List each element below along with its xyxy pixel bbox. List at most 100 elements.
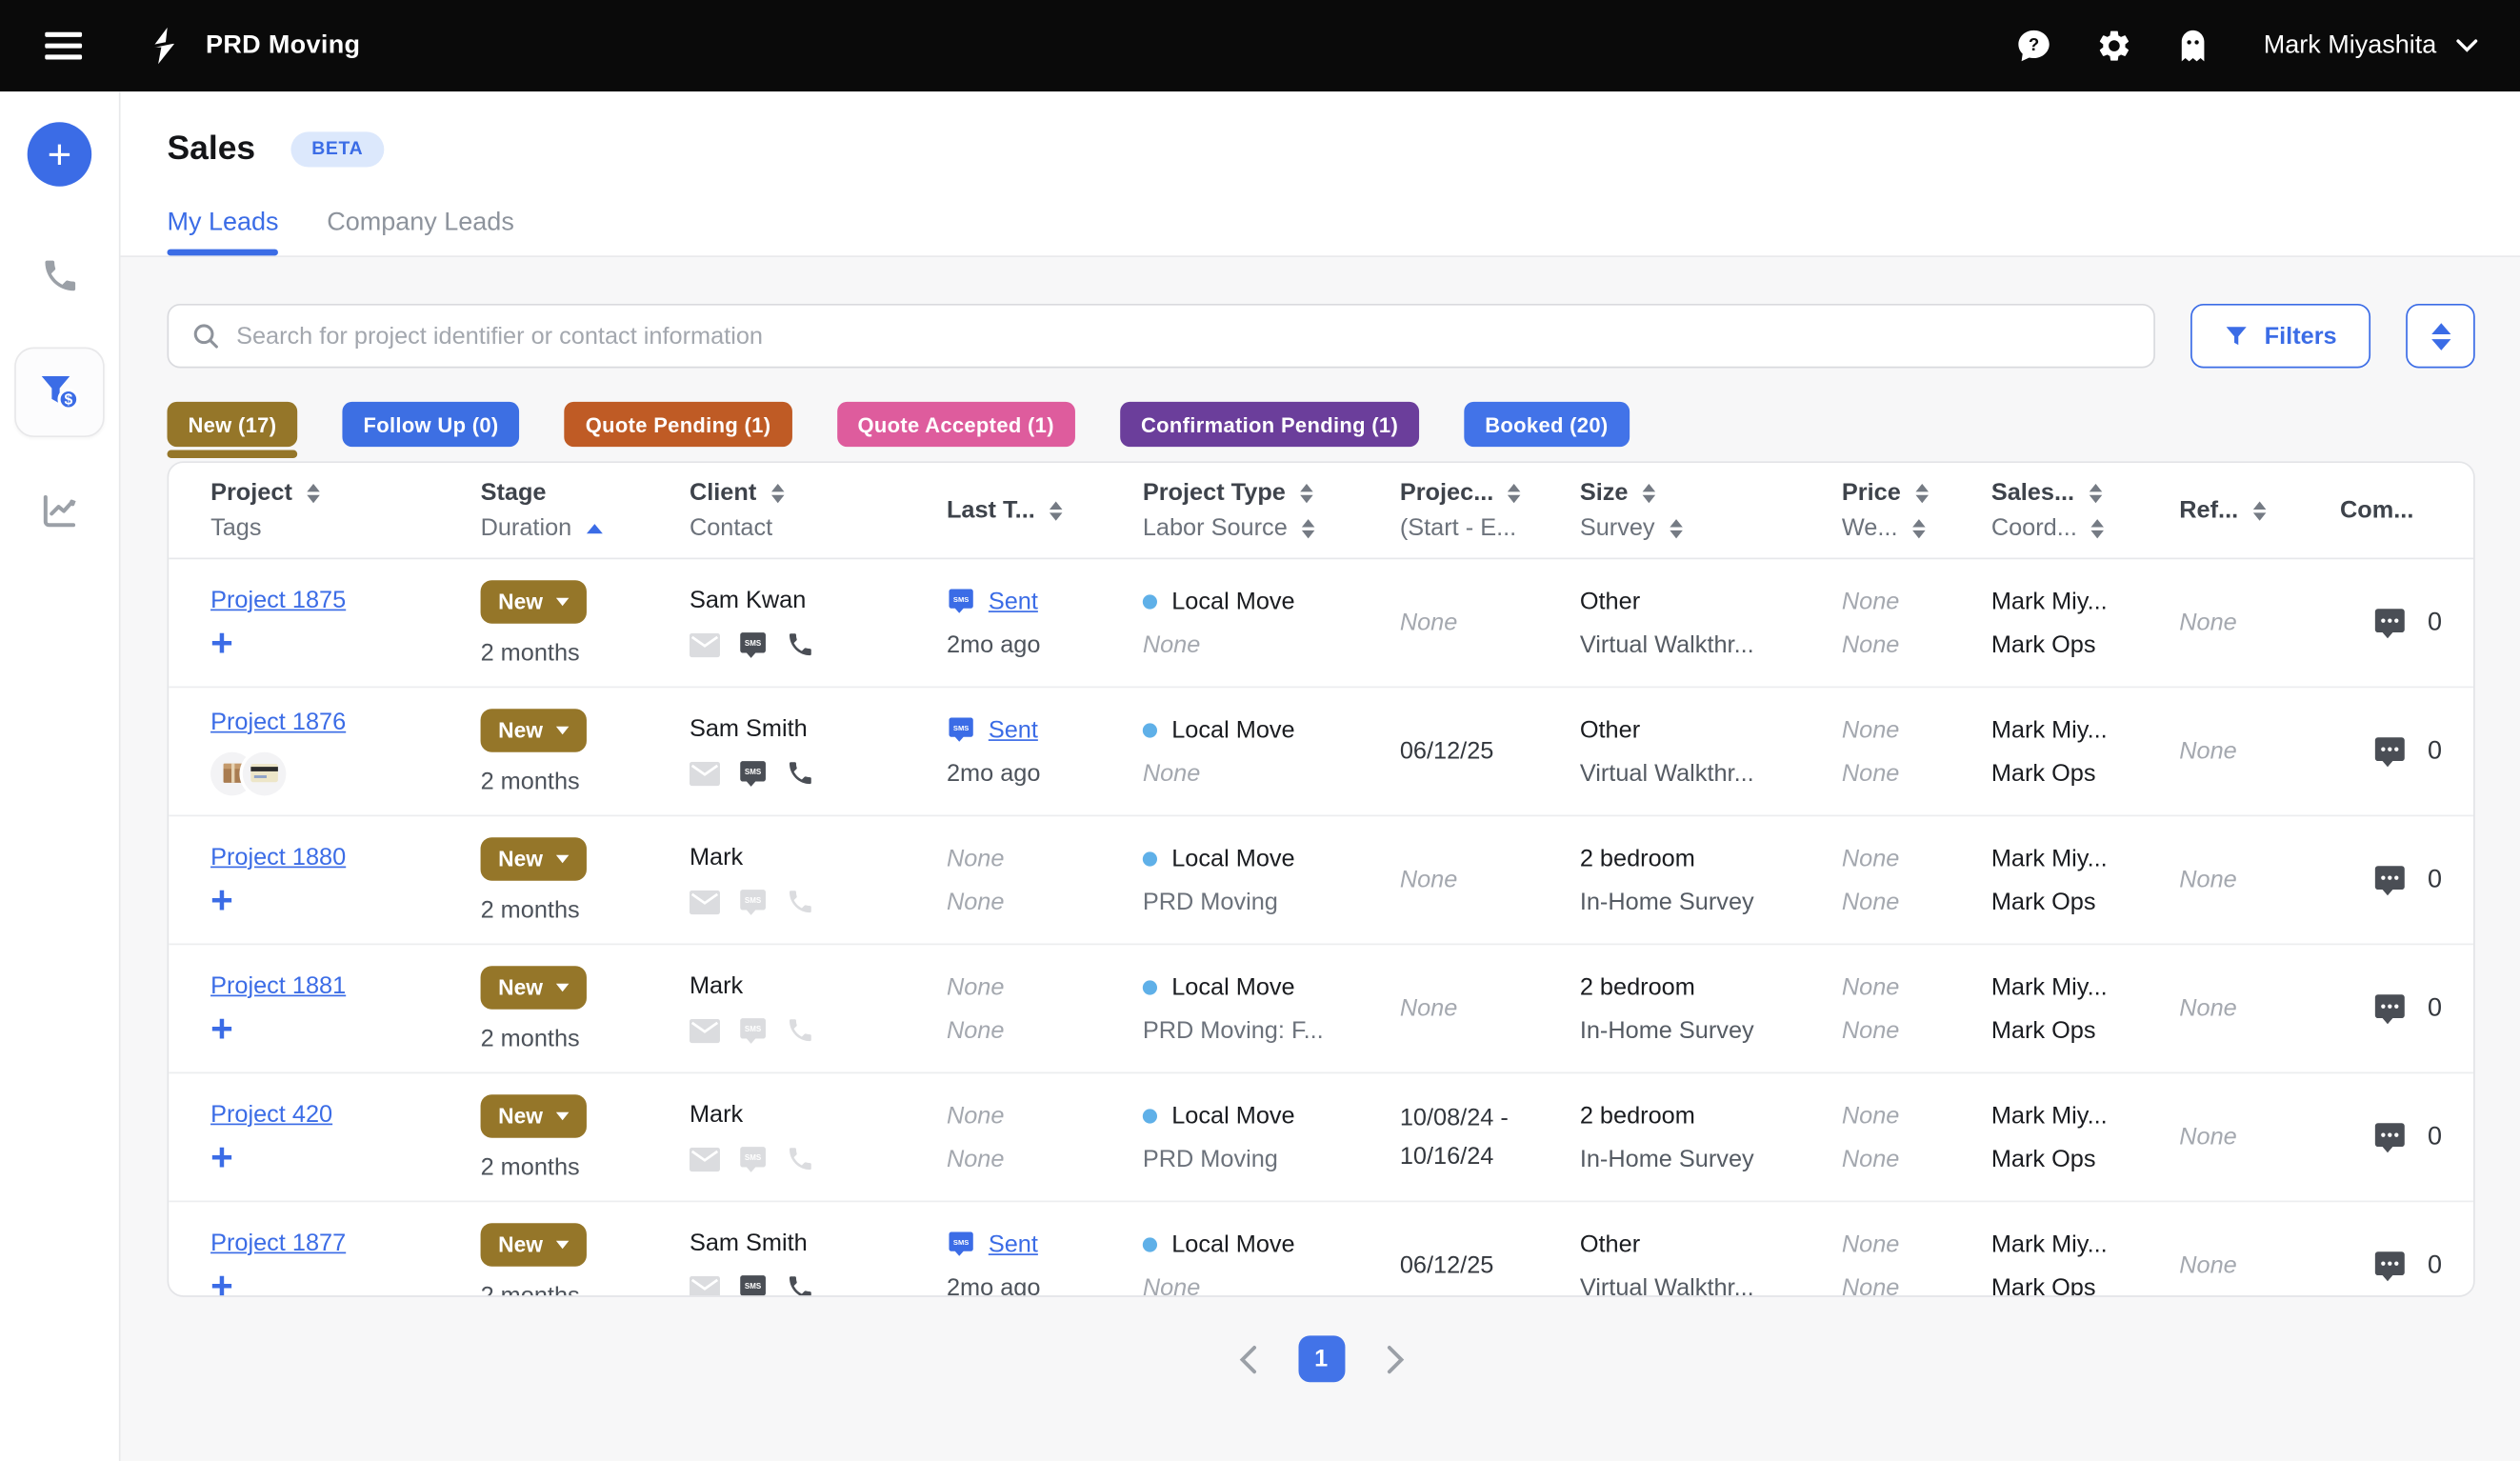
sort-icon[interactable] <box>1300 483 1313 502</box>
settings-gear-icon[interactable] <box>2096 28 2133 65</box>
reports-chart-icon[interactable] <box>39 490 81 532</box>
column-header-stage-duration[interactable]: Stage Duration <box>477 463 690 558</box>
last-touch-link[interactable]: Sent <box>989 1231 1038 1258</box>
stage-dropdown[interactable]: New <box>481 579 587 623</box>
sort-icon[interactable] <box>1302 518 1315 537</box>
previous-page-button[interactable] <box>1238 1345 1256 1373</box>
status-filter-pill[interactable]: Quote Pending (1) <box>565 402 792 447</box>
email-icon[interactable] <box>690 1147 720 1171</box>
client-name: Mark <box>690 843 926 871</box>
column-header-client-contact[interactable]: Client Contact <box>690 463 926 558</box>
column-header-price-weight[interactable]: Price We... <box>1826 463 1975 558</box>
user-menu[interactable]: Mark Miyashita <box>2264 31 2478 60</box>
client-name: Sam Smith <box>690 714 926 742</box>
phone-icon[interactable] <box>786 1273 814 1297</box>
column-header-referral[interactable]: Ref... <box>2163 463 2315 558</box>
phone-icon[interactable] <box>786 1016 814 1045</box>
add-new-button[interactable]: + <box>28 122 92 187</box>
project-link[interactable]: Project 1875 <box>210 587 477 614</box>
column-header-size-survey[interactable]: Size Survey <box>1569 463 1826 558</box>
stage-dropdown[interactable]: New <box>481 1222 587 1266</box>
help-icon[interactable]: ? <box>2016 28 2053 65</box>
sort-icon[interactable] <box>770 483 784 502</box>
phone-icon[interactable] <box>786 759 814 788</box>
phone-icon[interactable] <box>786 888 814 916</box>
coordinator: Mark Ops <box>1991 1273 2164 1296</box>
status-filter-pill[interactable]: Follow Up (0) <box>343 402 520 447</box>
search-input[interactable] <box>236 322 2131 350</box>
email-icon[interactable] <box>690 1018 720 1042</box>
last-touch-link[interactable]: None <box>947 1102 1005 1130</box>
hamburger-menu-icon[interactable] <box>45 32 82 60</box>
sms-icon[interactable]: SMS <box>738 630 769 660</box>
sms-icon[interactable]: SMS <box>738 1144 769 1174</box>
tab-company-leads[interactable]: Company Leads <box>327 209 514 255</box>
sort-icon[interactable] <box>1915 483 1929 502</box>
page-number-button[interactable]: 1 <box>1298 1335 1345 1382</box>
comments-icon[interactable] <box>2371 733 2407 769</box>
sort-icon[interactable] <box>307 483 320 502</box>
stage-dropdown[interactable]: New <box>481 836 587 880</box>
sort-icon[interactable] <box>1670 518 1683 537</box>
next-page-button[interactable] <box>1386 1345 1404 1373</box>
stage-dropdown[interactable]: New <box>481 965 587 1009</box>
sort-icon[interactable] <box>2089 483 2102 502</box>
sms-icon[interactable]: SMS <box>738 1272 769 1297</box>
last-touch-link[interactable]: Sent <box>989 716 1038 744</box>
project-link[interactable]: Project 1876 <box>210 708 477 735</box>
phone-icon[interactable] <box>786 630 814 659</box>
tab-my-leads[interactable]: My Leads <box>168 209 279 255</box>
comments-icon[interactable] <box>2371 991 2407 1026</box>
sort-icon[interactable] <box>1643 483 1656 502</box>
column-header-project-dates[interactable]: Projec... (Start - E... <box>1387 463 1569 558</box>
sort-icon[interactable] <box>1912 518 1926 537</box>
content-area: Filters New (17) Follow Up (0) Quote Pendi… <box>121 257 2520 1461</box>
sort-icon[interactable] <box>1050 501 1063 520</box>
last-touch-link[interactable]: None <box>947 973 1005 1001</box>
sort-asc-icon[interactable] <box>586 523 602 532</box>
sidebar-item-sales-leads[interactable]: $ <box>14 348 105 438</box>
add-tag-button[interactable]: + <box>210 630 243 659</box>
column-header-last-touch[interactable]: Last T... <box>926 463 1134 558</box>
sms-icon[interactable]: SMS <box>738 887 769 917</box>
email-icon[interactable] <box>690 632 720 656</box>
email-icon[interactable] <box>690 890 720 913</box>
project-type-dot <box>1143 851 1157 866</box>
project-link[interactable]: Project 1880 <box>210 844 477 871</box>
status-filter-pill[interactable]: Quote Accepted (1) <box>837 402 1075 447</box>
email-icon[interactable] <box>690 761 720 785</box>
sort-icon[interactable] <box>2252 501 2266 520</box>
sort-direction-button[interactable] <box>2406 304 2475 369</box>
email-icon[interactable] <box>690 1275 720 1297</box>
ghost-icon[interactable] <box>2177 28 2210 65</box>
status-filter: Confirmation Pending (1) <box>1120 402 1419 458</box>
last-touch-link[interactable]: None <box>947 845 1005 872</box>
status-filter-pill[interactable]: New (17) <box>168 402 298 447</box>
add-tag-button[interactable]: + <box>210 1016 243 1045</box>
filters-button[interactable]: Filters <box>2190 304 2370 369</box>
phone-nav-icon[interactable] <box>39 255 79 295</box>
sms-icon[interactable]: SMS <box>738 758 769 789</box>
phone-icon[interactable] <box>786 1145 814 1173</box>
add-tag-button[interactable]: + <box>210 1145 243 1173</box>
column-header-project-tags[interactable]: Project Tags <box>169 463 477 558</box>
comments-icon[interactable] <box>2371 1248 2407 1283</box>
status-filter-pill[interactable]: Confirmation Pending (1) <box>1120 402 1419 447</box>
add-tag-button[interactable]: + <box>210 1273 243 1297</box>
last-touch-link[interactable]: Sent <box>989 588 1038 615</box>
status-filter-pill[interactable]: Booked (20) <box>1464 402 1629 447</box>
sms-icon[interactable]: SMS <box>738 1015 769 1046</box>
comments-icon[interactable] <box>2371 862 2407 897</box>
column-header-project-type[interactable]: Project Type Labor Source <box>1134 463 1387 558</box>
column-header-sales-coordinator[interactable]: Sales... Coord... <box>1975 463 2163 558</box>
project-link[interactable]: Project 1877 <box>210 1230 477 1257</box>
stage-dropdown[interactable]: New <box>481 1093 587 1137</box>
project-link[interactable]: Project 1881 <box>210 972 477 1000</box>
add-tag-button[interactable]: + <box>210 888 243 916</box>
comments-icon[interactable] <box>2371 605 2407 640</box>
stage-dropdown[interactable]: New <box>481 708 587 751</box>
sort-icon[interactable] <box>1508 483 1521 502</box>
comments-icon[interactable] <box>2371 1119 2407 1154</box>
project-link[interactable]: Project 420 <box>210 1101 477 1129</box>
sort-icon[interactable] <box>2091 518 2105 537</box>
